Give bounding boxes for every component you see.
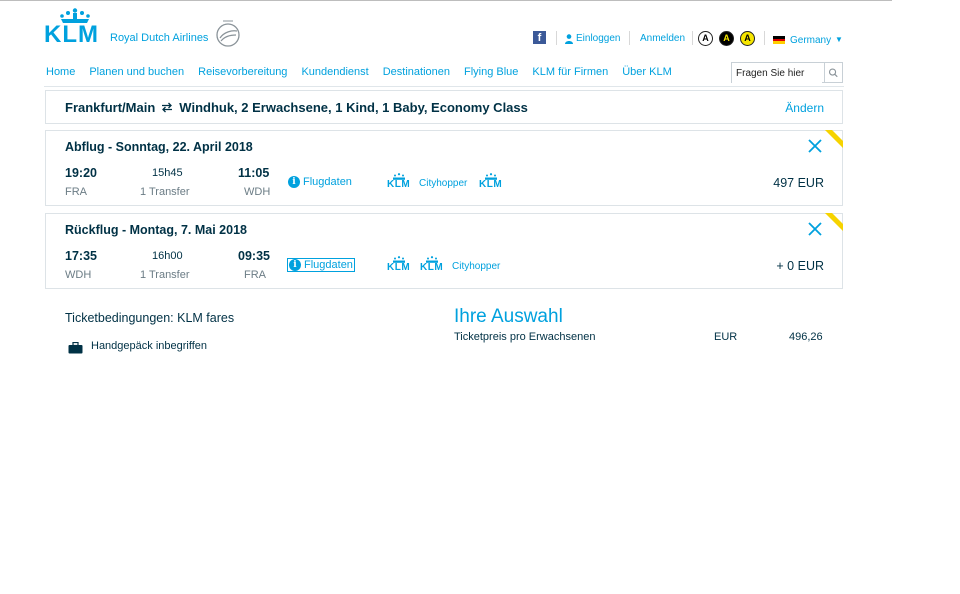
outbound-flight-card: Abflug - Sonntag, 22. April 2018 19:20 F… (45, 130, 843, 206)
ticket-conditions-title: Ticketbedingungen: KLM fares (65, 311, 235, 325)
destination-passengers-label: Windhuk, 2 Erwachsene, 1 Kind, 1 Baby, E… (179, 100, 528, 115)
flight-duration: 16h00 (152, 250, 183, 262)
departure-time: 17:35 (65, 249, 97, 263)
contrast-yellow-button[interactable]: A (740, 31, 755, 46)
top-border (0, 0, 892, 1)
divider (629, 31, 630, 45)
flight-details-link[interactable]: i Flugdaten (287, 258, 355, 272)
currency-label: EUR (714, 331, 738, 343)
transfer-count: 1 Transfer (140, 269, 190, 281)
arrival-airport: WDH (244, 186, 271, 198)
arrival-time: 11:05 (238, 166, 270, 180)
nav-item-kundendienst[interactable]: Kundendienst (301, 66, 368, 78)
close-icon[interactable] (807, 138, 823, 154)
klm-carrier-logo: KLM (387, 173, 410, 190)
facebook-icon[interactable]: f (533, 31, 546, 44)
search-input[interactable] (732, 64, 822, 83)
germany-flag-icon[interactable] (773, 36, 785, 44)
login-link[interactable]: Einloggen (565, 33, 620, 44)
klm-carrier-logo: KLM (479, 173, 502, 190)
baggage-icon (68, 342, 83, 354)
ribbon-corner (823, 130, 843, 150)
nav-item-flying-blue[interactable]: Flying Blue (464, 66, 518, 78)
nav-item-reisevorbereitung[interactable]: Reisevorbereitung (198, 66, 287, 78)
return-flight-card: Rückflug - Montag, 7. Mai 2018 17:35 WDH… (45, 213, 843, 289)
nav-item-ueber-klm[interactable]: Über KLM (622, 66, 672, 78)
origin-label: Frankfurt/Main (65, 100, 156, 115)
main-nav: Home Planen und buchen Reisevorbereitung… (46, 66, 686, 78)
swap-arrows-icon (162, 102, 173, 113)
flight-details-label: Flugdaten (304, 259, 353, 271)
info-icon: i (289, 259, 301, 271)
login-label: Einloggen (576, 33, 621, 44)
contrast-normal-button[interactable]: A (698, 31, 713, 46)
search-box (731, 62, 843, 83)
arrival-time: 09:35 (238, 249, 270, 263)
ribbon-corner (823, 213, 843, 233)
chevron-down-icon[interactable]: ▼ (835, 35, 843, 44)
departure-airport: FRA (65, 186, 87, 198)
contrast-dark-button[interactable]: A (719, 31, 734, 46)
baggage-label: Handgepäck inbegriffen (91, 340, 207, 352)
cityhopper-label: Cityhopper (452, 261, 501, 272)
divider (764, 31, 765, 45)
logo-wordmark: KLM (44, 21, 99, 48)
skyteam-icon (216, 20, 240, 47)
transfer-count: 1 Transfer (140, 186, 190, 198)
klm-logo[interactable]: KLM (44, 8, 106, 48)
close-icon[interactable] (807, 221, 823, 237)
brand-subtitle: Royal Dutch Airlines (110, 32, 209, 44)
cityhopper-label: Cityhopper (419, 178, 468, 189)
search-icon[interactable] (824, 63, 842, 82)
flight-details-label: Flugdaten (303, 176, 352, 188)
ticket-price-amount: 496,26 (789, 331, 823, 343)
carrier-label: KLM (479, 179, 503, 190)
departure-airport: WDH (65, 269, 92, 281)
carrier-label: KLM (387, 179, 411, 190)
change-search-link[interactable]: Ändern (785, 101, 824, 115)
search-summary: Frankfurt/Main Windhuk, 2 Erwachsene, 1 … (45, 90, 843, 124)
ticket-price-label: Ticketpreis pro Erwachsenen (454, 331, 596, 343)
flight-title: Rückflug - Montag, 7. Mai 2018 (65, 223, 247, 237)
flight-details-link[interactable]: i Flugdaten (287, 176, 353, 188)
country-selector[interactable]: Germany (790, 35, 831, 46)
arrival-airport: FRA (244, 269, 266, 281)
register-link[interactable]: Anmelden (640, 33, 685, 44)
divider (556, 31, 557, 45)
nav-item-firmen[interactable]: KLM für Firmen (532, 66, 608, 78)
divider (692, 31, 693, 45)
departure-time: 19:20 (65, 166, 97, 180)
nav-item-planen[interactable]: Planen und buchen (89, 66, 184, 78)
nav-item-destinationen[interactable]: Destinationen (383, 66, 450, 78)
selection-title: Ihre Auswahl (454, 306, 563, 327)
flight-duration: 15h45 (152, 167, 183, 179)
flight-title: Abflug - Sonntag, 22. April 2018 (65, 140, 253, 154)
klm-carrier-logo: KLM (420, 256, 443, 273)
klm-carrier-logo: KLM (387, 256, 410, 273)
user-icon (565, 33, 573, 44)
nav-item-home[interactable]: Home (46, 66, 75, 78)
nav-divider (44, 86, 844, 87)
flight-price: 497 EUR (773, 176, 824, 190)
flight-price: + 0 EUR (776, 259, 824, 273)
route-summary: Frankfurt/Main Windhuk, 2 Erwachsene, 1 … (65, 100, 528, 115)
carrier-label: KLM (420, 262, 444, 273)
carrier-label: KLM (387, 262, 411, 273)
info-icon: i (288, 176, 300, 188)
